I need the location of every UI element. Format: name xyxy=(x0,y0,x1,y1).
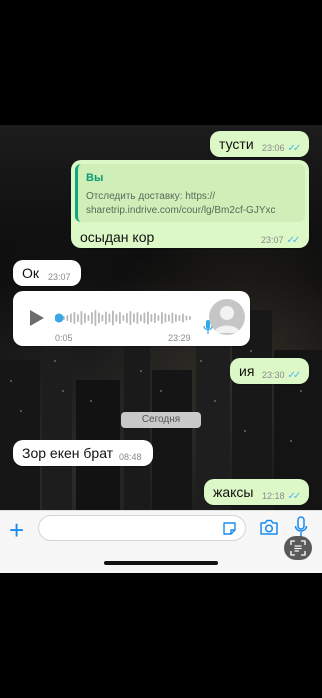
waveform-bar xyxy=(185,315,188,321)
message-time: 12:18 xyxy=(262,491,285,501)
voice-message[interactable]: 0:05 23:29 xyxy=(13,291,250,346)
message-text: Ок xyxy=(22,265,40,281)
waveform-bar xyxy=(126,313,128,323)
waveform-bar xyxy=(182,313,184,323)
message-outgoing[interactable]: тусти 23:06 ✓✓ xyxy=(210,131,309,157)
message-text: тусти xyxy=(219,136,254,152)
waveform-bar xyxy=(91,312,93,324)
waveform-bar xyxy=(87,315,90,321)
waveform-bar xyxy=(178,315,181,321)
waveform-bar xyxy=(73,312,76,324)
avatar[interactable] xyxy=(209,299,245,335)
message-incoming[interactable]: Ок 23:07 xyxy=(13,260,81,286)
message-time: 23:07 xyxy=(48,272,71,282)
waveform-bar xyxy=(168,314,170,322)
person-icon xyxy=(214,306,240,333)
waveform-bar xyxy=(129,311,132,325)
message-input[interactable] xyxy=(38,515,246,541)
message-text: жаксы xyxy=(213,484,254,500)
waveform-bar xyxy=(66,315,69,321)
text-scan-icon xyxy=(290,540,306,556)
waveform-bar xyxy=(175,314,177,322)
message-text: Зор екен брат xyxy=(22,445,114,461)
message-meta: 23:07 ✓✓ xyxy=(261,235,301,246)
waveform-bar xyxy=(147,311,149,325)
waveform-bar xyxy=(122,315,125,321)
microphone-icon[interactable] xyxy=(294,516,308,538)
voice-waveform[interactable] xyxy=(55,305,195,331)
message-outgoing[interactable]: ия 23:30 ✓✓ xyxy=(230,358,309,384)
message-meta: 23:30 ✓✓ xyxy=(262,370,302,381)
play-icon[interactable] xyxy=(29,309,45,327)
plus-icon[interactable]: + xyxy=(9,517,24,543)
sticker-icon[interactable] xyxy=(222,521,237,536)
waveform-bar xyxy=(98,312,100,324)
waveform-bar xyxy=(94,310,97,326)
playback-knob[interactable] xyxy=(55,313,64,323)
message-outgoing-reply[interactable]: Вы Отследить доставку: https:// sharetri… xyxy=(71,160,309,248)
waveform-bar xyxy=(164,313,167,323)
waveform-bar xyxy=(101,314,104,322)
waveform-bar xyxy=(84,313,86,323)
camera-icon[interactable] xyxy=(259,519,279,536)
waveform-bar xyxy=(70,313,72,323)
message-meta: 12:18 ✓✓ xyxy=(262,491,302,502)
message-time: 23:07 xyxy=(261,235,284,245)
message-text: ия xyxy=(239,363,255,379)
double-check-icon: ✓✓ xyxy=(287,491,302,502)
waveform-bar xyxy=(150,314,153,322)
waveform-bar xyxy=(189,316,191,320)
waveform-bar xyxy=(133,313,135,323)
waveform-bar xyxy=(154,313,156,323)
waveform-bar xyxy=(143,312,146,324)
waveform-bar xyxy=(115,314,118,322)
double-check-icon: ✓✓ xyxy=(286,235,301,246)
message-time: 23:30 xyxy=(262,370,285,380)
message-meta: 23:06 ✓✓ xyxy=(262,143,302,154)
home-indicator xyxy=(104,561,218,565)
quoted-message[interactable]: Вы Отследить доставку: https:// sharetri… xyxy=(75,164,305,222)
quoted-text-line: Отследить доставку: https:// xyxy=(86,191,216,202)
waveform-bar xyxy=(136,312,139,324)
message-outgoing[interactable]: жаксы 12:18 ✓✓ xyxy=(204,479,309,505)
quoted-link-line: sharetrip.indrive.com/cour/lg/Bm2cf-GJYx… xyxy=(86,205,276,216)
microphone-icon xyxy=(203,320,213,334)
waveform-bar xyxy=(77,314,79,322)
waveform-bar xyxy=(105,311,107,325)
voice-duration: 0:05 xyxy=(55,333,73,343)
message-time: 08:48 xyxy=(119,452,142,462)
quoted-author: Вы xyxy=(86,172,104,184)
waveform-bar xyxy=(112,310,114,326)
waveform-bar xyxy=(161,312,163,324)
message-text: осыдан кор xyxy=(80,229,155,245)
message-time: 23:06 xyxy=(262,143,285,153)
waveform-bar xyxy=(119,312,121,324)
quoted-text: Отследить доставку: https:// sharetrip.i… xyxy=(86,190,276,218)
waveform-bar xyxy=(80,311,83,325)
waveform-bar xyxy=(171,312,174,324)
waveform-bar xyxy=(157,315,160,321)
double-check-icon: ✓✓ xyxy=(287,143,302,154)
date-separator: Сегодня xyxy=(121,412,201,428)
message-time: 23:29 xyxy=(168,333,191,343)
text-scan-button[interactable] xyxy=(284,536,312,560)
waveform-bar xyxy=(108,313,111,323)
message-incoming[interactable]: Зор екен брат 08:48 xyxy=(13,440,153,466)
double-check-icon: ✓✓ xyxy=(287,370,302,381)
waveform-bar xyxy=(140,314,142,322)
